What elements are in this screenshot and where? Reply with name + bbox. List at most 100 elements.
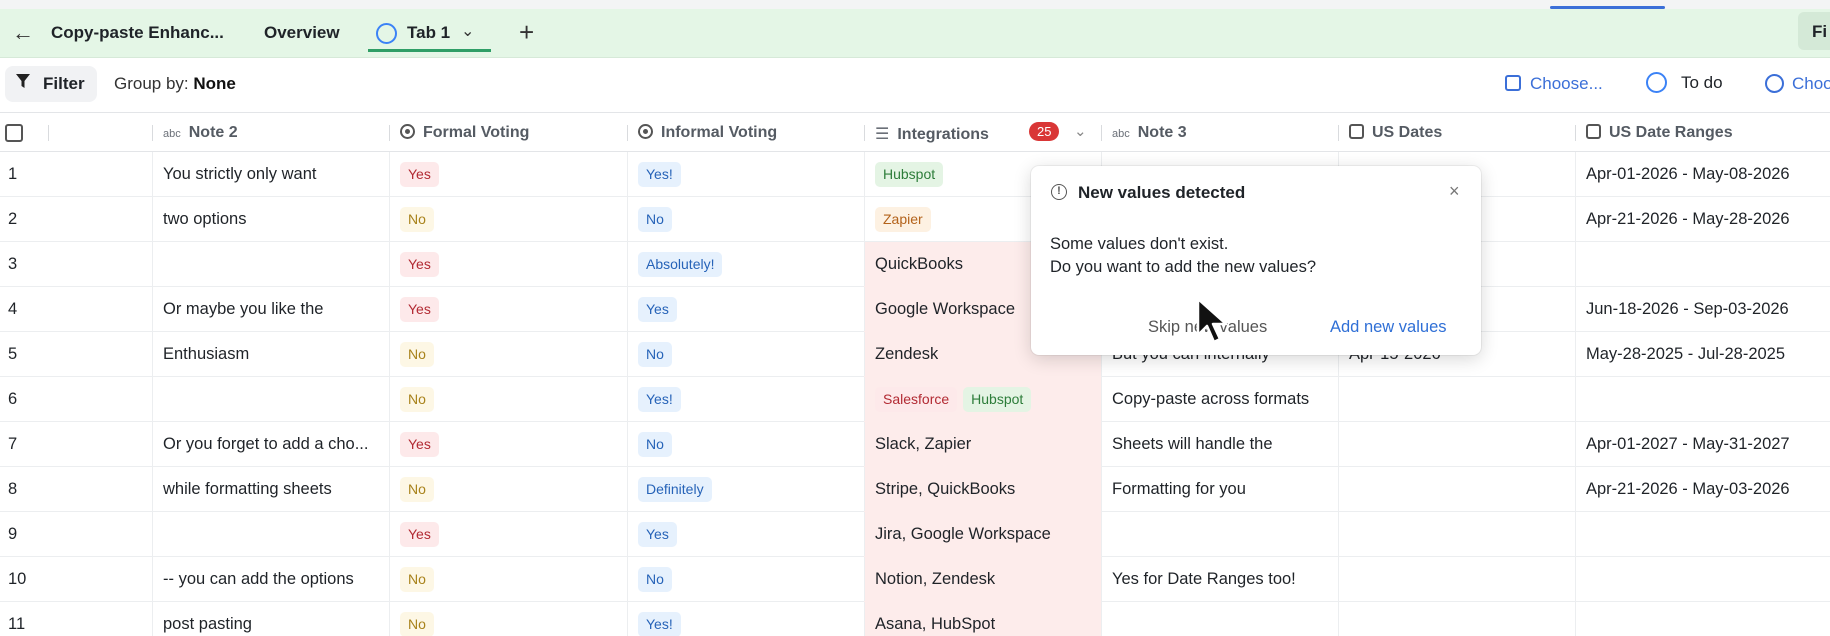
cell-formal-voting[interactable]: No (400, 377, 434, 422)
cell-formal-voting[interactable]: No (400, 467, 434, 512)
column-divider (1575, 557, 1576, 601)
cell-informal-voting[interactable]: No (638, 422, 672, 467)
status-todo-button[interactable]: To do (1646, 72, 1723, 93)
cell-integrations[interactable]: Notion, Zendesk (875, 557, 995, 602)
column-header-integrations[interactable]: ☰ Integrations (875, 113, 989, 153)
cell-us-date-ranges[interactable]: Apr-21-2026 - May-28-2026 (1586, 197, 1790, 242)
cell-note3[interactable]: Sheets will handle the (1112, 422, 1273, 467)
cell-integrations[interactable]: Jira, Google Workspace (875, 512, 1051, 557)
column-header-note3[interactable]: abc Note 3 (1112, 113, 1187, 153)
cell-integrations[interactable]: QuickBooks (875, 242, 963, 287)
cell-formal-voting[interactable]: Yes (400, 512, 439, 557)
cell-us-date-ranges[interactable]: Jun-18-2026 - Sep-03-2026 (1586, 287, 1789, 332)
cell-note2[interactable]: Or you forget to add a cho... (163, 422, 385, 467)
cell-integrations[interactable]: Zapier (875, 197, 937, 242)
table-row[interactable]: 2 two options No No Zapier Apr-21-2026 - May-… (0, 197, 1830, 242)
single-select-icon (400, 124, 415, 139)
cell-formal-voting[interactable]: Yes (400, 242, 439, 287)
breadcrumb[interactable]: Copy-paste Enhanc... (51, 23, 224, 43)
column-header-informal-voting[interactable]: Informal Voting (638, 113, 777, 153)
table-row[interactable]: 11 post pasting No Yes! Asana, HubSpot (0, 602, 1830, 636)
column-divider (152, 377, 153, 421)
cell-us-date-ranges[interactable]: Apr-01-2026 - May-08-2026 (1586, 152, 1790, 197)
table-row[interactable]: 3 Yes Absolutely! QuickBooks (0, 242, 1830, 287)
formal-voting-tag: Yes (400, 297, 439, 322)
row-number: 9 (8, 525, 18, 543)
column-header-us-dates[interactable]: US Dates (1349, 113, 1442, 153)
close-icon[interactable]: × (1449, 181, 1460, 202)
cell-informal-voting[interactable]: No (638, 332, 672, 377)
cell-informal-voting[interactable]: Absolutely! (638, 242, 723, 287)
cell-informal-voting[interactable]: Yes! (638, 377, 681, 422)
cell-note3[interactable]: Formatting for you (1112, 467, 1246, 512)
table-row[interactable]: 7 Or you forget to add a cho... Yes No Slack… (0, 422, 1830, 467)
column-header-note2[interactable]: abc Note 2 (163, 113, 238, 153)
cell-integrations[interactable]: Slack, Zapier (875, 422, 971, 467)
column-divider (152, 467, 153, 511)
cell-note2[interactable]: Or maybe you like the (163, 287, 385, 332)
arrow-left-icon[interactable]: ← (12, 20, 34, 46)
cell-us-date-ranges[interactable]: May-28-2025 - Jul-28-2025 (1586, 332, 1785, 377)
cell-informal-voting[interactable]: Yes! (638, 602, 681, 636)
cell-integrations[interactable]: Stripe, QuickBooks (875, 467, 1015, 512)
cell-note2[interactable]: two options (163, 197, 385, 242)
cell-informal-voting[interactable]: Yes (638, 287, 677, 332)
filter-icon (16, 74, 30, 94)
column-divider (389, 197, 390, 241)
cell-formal-voting[interactable]: No (400, 557, 434, 602)
group-by-control[interactable]: Group by: None (114, 74, 236, 94)
cell-note2[interactable]: Enthusiasm (163, 332, 385, 377)
cell-informal-voting[interactable]: Yes (638, 512, 677, 557)
plus-icon[interactable]: + (519, 17, 534, 48)
person-icon (1765, 74, 1784, 93)
column-divider (1101, 422, 1102, 466)
choose-person-button[interactable]: Choo (1765, 74, 1830, 94)
table-row[interactable]: 5EnthusiasmNoNoZendeskBut you can intern… (0, 332, 1830, 377)
cell-note2[interactable]: while formatting sheets (163, 467, 385, 512)
chevron-down-icon[interactable]: ⌄ (461, 21, 474, 41)
table-row[interactable]: 1 You strictly only want Yes Yes! Hubspot Apr… (0, 152, 1830, 197)
cell-integrations[interactable]: Google Workspace (875, 287, 1015, 332)
select-all-checkbox[interactable] (5, 124, 23, 142)
cell-integrations[interactable]: Hubspot (875, 152, 949, 197)
table-row[interactable]: 9 Yes Yes Jira, Google Workspace (0, 512, 1830, 557)
cell-formal-voting[interactable]: No (400, 332, 434, 377)
cell-note2[interactable] (163, 377, 385, 422)
cell-formal-voting[interactable]: No (400, 197, 434, 242)
cell-integrations[interactable]: Zendesk (875, 332, 938, 377)
tab-1[interactable]: Tab 1 ⌄ (368, 14, 491, 52)
cell-us-date-ranges[interactable]: Apr-01-2027 - May-31-2027 (1586, 422, 1790, 467)
table-row[interactable]: 6 No Yes! Salesforce Hubspot Copy-paste acros… (0, 377, 1830, 422)
cell-formal-voting[interactable]: No (400, 602, 434, 636)
cell-note3[interactable]: Copy-paste across formats (1112, 377, 1309, 422)
cell-note2[interactable] (163, 242, 385, 287)
cell-formal-voting[interactable]: Yes (400, 287, 439, 332)
right-edge-button[interactable]: Fi (1798, 12, 1830, 50)
cell-note2[interactable]: -- you can add the options (163, 557, 385, 602)
tab-overview[interactable]: Overview (264, 23, 340, 43)
chevron-down-icon[interactable]: ⌄ (1074, 122, 1087, 140)
cell-us-date-ranges[interactable]: Apr-21-2026 - May-03-2026 (1586, 467, 1790, 512)
cell-integrations[interactable]: Salesforce Hubspot (875, 377, 1037, 422)
column-header-us-date-ranges[interactable]: US Date Ranges (1586, 113, 1733, 153)
cell-note2[interactable]: You strictly only want (163, 152, 385, 197)
cell-note3[interactable]: Yes for Date Ranges too! (1112, 557, 1296, 602)
cell-integrations[interactable]: Asana, HubSpot (875, 602, 995, 636)
table-row[interactable]: 10 -- you can add the options No No Notion, … (0, 557, 1830, 602)
cell-formal-voting[interactable]: Yes (400, 152, 439, 197)
cell-informal-voting[interactable]: Definitely (638, 467, 712, 512)
cell-note2[interactable] (163, 512, 385, 557)
table-row[interactable]: 8 while formatting sheets No Definitely Stri… (0, 467, 1830, 512)
cell-note2[interactable]: post pasting (163, 602, 385, 636)
cell-formal-voting[interactable]: Yes (400, 422, 439, 467)
cell-informal-voting[interactable]: No (638, 197, 672, 242)
table-row[interactable]: 4 Or maybe you like the Yes Yes Google Works… (0, 287, 1830, 332)
filter-button[interactable]: Filter (5, 66, 97, 102)
column-divider (152, 197, 153, 241)
column-header-formal-voting[interactable]: Formal Voting (400, 113, 529, 153)
column-divider (864, 377, 865, 421)
add-new-values-button[interactable]: Add new values (1330, 318, 1447, 337)
cell-informal-voting[interactable]: Yes! (638, 152, 681, 197)
choose-date-button[interactable]: Choose... (1505, 74, 1603, 94)
cell-informal-voting[interactable]: No (638, 557, 672, 602)
